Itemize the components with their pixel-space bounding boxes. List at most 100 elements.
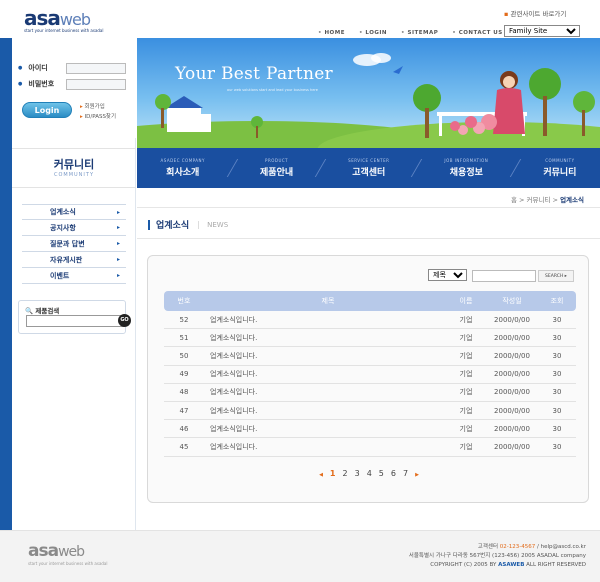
row-name: 기업: [459, 351, 473, 360]
row-views: 30: [552, 442, 562, 451]
page-title-en: NEWS: [198, 220, 228, 229]
row-title[interactable]: 업계소식입니다.: [204, 315, 446, 325]
row-views: 30: [552, 424, 562, 433]
sub-menu: 업계소식 공지사항 질문과 답변 자유게시판 이벤트: [22, 204, 126, 284]
footer-copyright: COPYRIGHT (C) 2005 BY ASAWEB ALL RIGHT R…: [430, 562, 586, 568]
row-title[interactable]: 업계소식입니다.: [204, 369, 446, 379]
site-logo[interactable]: asaweb start your internet business with…: [24, 6, 134, 36]
nav-divider: [314, 159, 327, 177]
breadcrumb-community[interactable]: 커뮤니티: [527, 196, 551, 204]
page-link[interactable]: 5: [379, 469, 384, 481]
submenu-item-event[interactable]: 이벤트: [22, 268, 126, 284]
row-title[interactable]: 업계소식입니다.: [204, 351, 446, 361]
left-accent-bar: [0, 38, 12, 530]
product-search-box: 🔍 제품검색 GO: [18, 300, 131, 334]
submenu-item-freeboard[interactable]: 자유게시판: [22, 252, 126, 268]
nav-divider: [226, 159, 239, 177]
table-row[interactable]: 51 업계소식입니다. 기업 2000/0/00 30: [164, 329, 576, 348]
divider: [137, 238, 600, 239]
product-search-go-button[interactable]: GO: [118, 314, 131, 327]
logo-wordmark: asaweb: [24, 6, 91, 30]
id-input[interactable]: [66, 63, 126, 74]
footer-logo-tagline: start your internet business with asadal: [28, 561, 108, 566]
page-link[interactable]: 3: [355, 469, 360, 481]
row-title[interactable]: 업계소식입니다.: [204, 333, 446, 343]
col-number: 번호: [177, 297, 191, 305]
row-date: 2000/0/00: [494, 333, 530, 342]
board-search-input[interactable]: [472, 270, 536, 282]
nav-product[interactable]: PRODUCT 제품안내: [260, 158, 293, 178]
row-date: 2000/0/00: [494, 351, 530, 360]
board-search-button[interactable]: SEARCH ▸: [538, 270, 574, 282]
row-title[interactable]: 업계소식입니다.: [204, 406, 446, 416]
row-number: 47: [179, 406, 189, 415]
pagination: ◀ 1 2 3 4 5 6 7 ▶: [148, 469, 590, 481]
nav-service-center[interactable]: SERVICE CENTER 고객센터: [348, 158, 389, 178]
page-title: 업계소식 NEWS: [148, 218, 228, 231]
table-row[interactable]: 49 업계소식입니다. 기업 2000/0/00 30: [164, 366, 576, 384]
row-date: 2000/0/00: [494, 315, 530, 324]
row-title[interactable]: 업계소식입니다.: [204, 442, 446, 452]
row-number: 46: [179, 424, 189, 433]
table-row[interactable]: 50 업계소식입니다. 기업 2000/0/00 30: [164, 347, 576, 366]
topnav-sitemap[interactable]: SITEMAP: [401, 30, 438, 36]
nav-community[interactable]: COMMUNITY 커뮤니티: [543, 158, 576, 178]
family-site-select[interactable]: Family Site: [504, 25, 580, 37]
table-row[interactable]: 48 업계소식입니다. 기업 2000/0/00 30: [164, 384, 576, 402]
row-name: 기업: [459, 406, 473, 415]
password-label: 비밀번호: [18, 79, 54, 89]
join-link[interactable]: 회원가입: [80, 102, 116, 112]
row-name: 기업: [459, 442, 473, 451]
row-views: 30: [552, 333, 562, 342]
row-name: 기업: [459, 370, 473, 379]
next-page-icon[interactable]: ▶: [415, 469, 419, 481]
col-views: 조회: [550, 297, 564, 305]
banner-slogan: Your Best Partner: [175, 64, 333, 84]
topnav-contact[interactable]: CONTACT US: [452, 30, 503, 36]
table-row[interactable]: 47 업계소식입니다. 기업 2000/0/00 30: [164, 402, 576, 421]
prev-page-icon[interactable]: ◀: [319, 469, 323, 481]
nav-company[interactable]: ASADEC COMPANY 회사소개: [161, 158, 205, 178]
find-idpass-link[interactable]: ID/PASS찾기: [80, 112, 117, 122]
product-search-input[interactable]: [26, 315, 124, 327]
table-row[interactable]: 52 업계소식입니다. 기업 2000/0/00 30: [164, 311, 576, 330]
logo-tagline: start your internet business with asadal: [24, 28, 104, 33]
table-header: 번호 제목 이름 작성일 조회: [164, 291, 576, 311]
row-views: 30: [552, 370, 562, 379]
table-row[interactable]: 46 업계소식입니다. 기업 2000/0/00 30: [164, 420, 576, 439]
submenu-item-news[interactable]: 업계소식: [22, 204, 126, 220]
row-title[interactable]: 업계소식입니다.: [204, 424, 446, 434]
page-link[interactable]: 6: [391, 469, 396, 481]
main-banner: Your Best Partner our web solutions star…: [137, 38, 600, 148]
submenu-item-qna[interactable]: 질문과 답변: [22, 236, 126, 252]
row-name: 기업: [459, 388, 473, 397]
password-input[interactable]: [66, 79, 126, 90]
page-link[interactable]: 2: [343, 469, 348, 481]
banner-illustration: [137, 53, 600, 148]
row-name: 기업: [459, 333, 473, 342]
breadcrumb: 홈 > 커뮤니티 > 업계소식: [510, 196, 584, 204]
login-links: 회원가입 ID/PASS찾기: [80, 102, 117, 122]
login-box: 아이디 비밀번호 Login 회원가입 ID/PASS찾기: [12, 38, 136, 138]
page-link[interactable]: 4: [367, 469, 372, 481]
family-site-label: 관련사이트 바로가기: [504, 8, 580, 18]
topnav-home[interactable]: HOME: [318, 30, 345, 36]
section-heading: 커뮤니티 COMMUNITY: [12, 148, 136, 188]
breadcrumb-home[interactable]: 홈: [511, 196, 517, 204]
row-number: 48: [179, 388, 189, 397]
topnav-login[interactable]: LOGIN: [359, 30, 387, 36]
submenu-item-notice[interactable]: 공지사항: [22, 220, 126, 236]
page-link[interactable]: 7: [403, 469, 408, 481]
table-row[interactable]: 45 업계소식입니다. 기업 2000/0/00 30: [164, 438, 576, 457]
search-field-select[interactable]: 제목: [428, 269, 467, 281]
banner-blurb: our web solutions start and lead your bu…: [227, 88, 318, 92]
footer-logo: asaweb start your internet business with…: [28, 541, 108, 566]
page-link[interactable]: 1: [330, 469, 336, 481]
row-date: 2000/0/00: [494, 406, 530, 415]
row-title[interactable]: 업계소식입니다.: [204, 387, 446, 397]
footer-address: 서울특별시 가나구 다라동 567번지 (123-456) 2005 ASADA…: [408, 553, 586, 559]
login-button[interactable]: Login: [22, 102, 72, 118]
col-title: 제목: [321, 297, 335, 305]
row-views: 30: [552, 315, 562, 324]
nav-jobs[interactable]: JOB INFORMATION 채용정보: [444, 158, 488, 178]
